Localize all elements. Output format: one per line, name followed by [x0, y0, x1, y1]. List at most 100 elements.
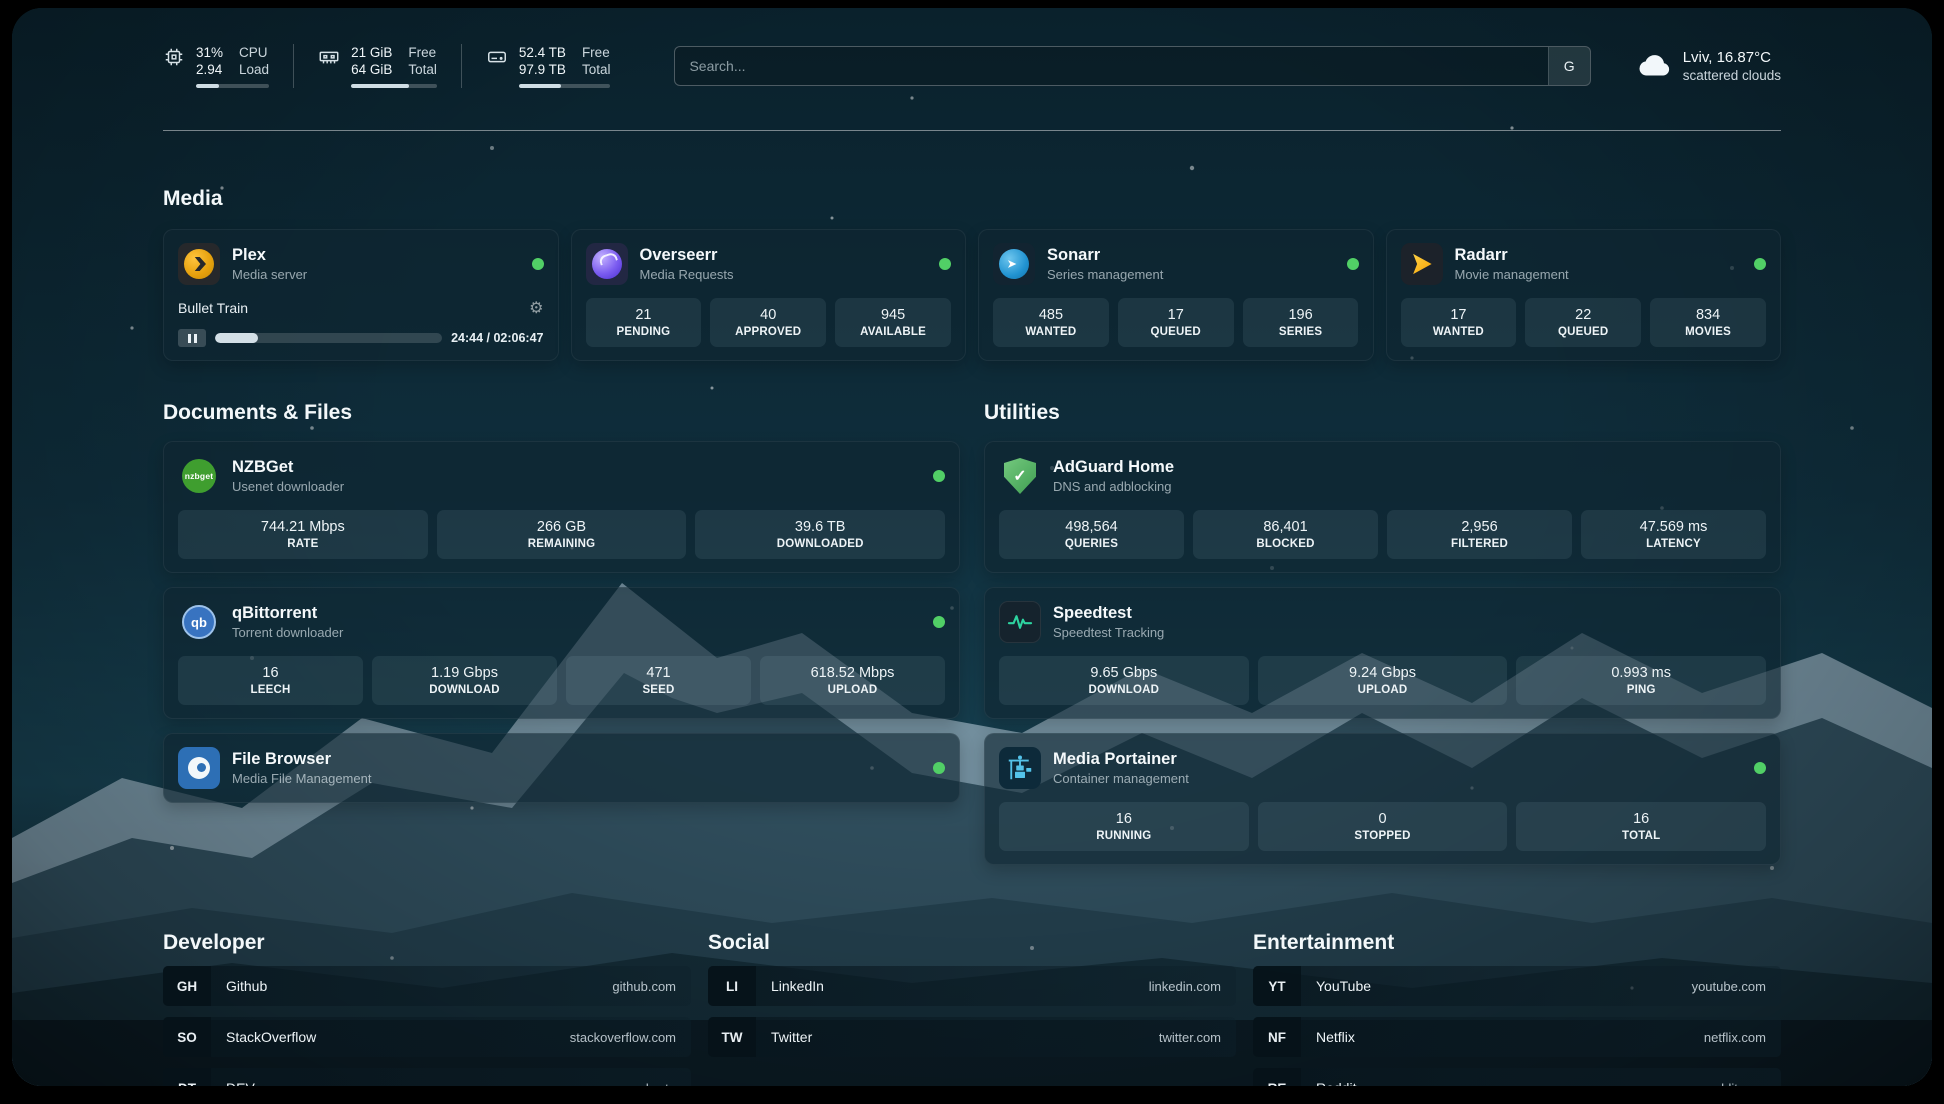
stat-box: 47.569 ms LATENCY — [1581, 510, 1766, 559]
app-desc: Media server — [232, 266, 307, 283]
bookmark-row-twitter[interactable]: TW Twitter twitter.com — [708, 1017, 1236, 1057]
bookmark-row-youtube[interactable]: YT YouTube youtube.com — [1253, 966, 1781, 1006]
bookmark-url: twitter.com — [1159, 1030, 1221, 1045]
bookmark-abbr: DT — [163, 1068, 211, 1086]
stat-box: 39.6 TB DOWNLOADED — [695, 510, 945, 559]
cpu-percent: 31% — [196, 44, 223, 61]
app-card-speedtest[interactable]: Speedtest Speedtest Tracking 9.65 Gbps D… — [984, 587, 1781, 719]
app-card-nzbget[interactable]: nzbget NZBGet Usenet downloader 744.21 M… — [163, 441, 960, 573]
app-card-adguard[interactable]: ✓ AdGuard Home DNS and adblocking 498,56… — [984, 441, 1781, 573]
app-name: qBittorrent — [232, 603, 343, 624]
bookmark-row-linkedin[interactable]: LI LinkedIn linkedin.com — [708, 966, 1236, 1006]
app-card-portainer[interactable]: Media Portainer Container management 16 … — [984, 733, 1781, 865]
stat-box: 0 STOPPED — [1258, 802, 1508, 851]
pause-button[interactable] — [178, 329, 206, 347]
nzbget-icon: nzbget — [178, 455, 220, 497]
settings-gear-icon[interactable]: ⚙ — [529, 298, 543, 318]
section-title-utilities: Utilities — [984, 401, 1781, 425]
status-dot — [933, 470, 945, 482]
bookmark-group-entertainment: Entertainment YT YouTube youtube.com NF … — [1253, 931, 1781, 1086]
bookmark-name: LinkedIn — [771, 978, 824, 994]
stat-box: 1.19 Gbps DOWNLOAD — [372, 656, 557, 705]
app-card-overseerr[interactable]: Overseerr Media Requests 21 PENDING 40 A… — [571, 229, 967, 361]
playback-progress-bar[interactable] — [215, 333, 442, 343]
app-desc: Torrent downloader — [232, 624, 343, 641]
qbittorrent-icon: qb — [178, 601, 220, 643]
stat-box: 485 WANTED — [993, 298, 1109, 347]
filebrowser-icon — [178, 747, 220, 789]
stat-box: 2,956 FILTERED — [1387, 510, 1572, 559]
bookmark-abbr: TW — [708, 1017, 756, 1057]
app-name: Sonarr — [1047, 245, 1163, 266]
disk-free: 52.4 TB — [519, 44, 566, 61]
status-dot — [1347, 258, 1359, 270]
bookmark-group-developer: Developer GH Github github.com SO StackO… — [163, 931, 691, 1086]
section-title-developer: Developer — [163, 931, 691, 955]
stat-box: 16 LEECH — [178, 656, 363, 705]
search-engine-button[interactable]: G — [1548, 47, 1590, 85]
bookmark-row-stackoverflow[interactable]: SO StackOverflow stackoverflow.com — [163, 1017, 691, 1057]
cpu-load: 2.94 — [196, 61, 223, 78]
stat-box: 834 MOVIES — [1650, 298, 1766, 347]
section-title-documents: Documents & Files — [163, 401, 960, 425]
radarr-icon — [1401, 243, 1443, 285]
stat-box: 16 RUNNING — [999, 802, 1249, 851]
app-desc: Container management — [1053, 770, 1189, 787]
cloud-icon — [1637, 51, 1671, 82]
section-utilities: Utilities ✓ AdGuard Home DNS and adblock… — [984, 401, 1781, 865]
bookmark-name: DEV — [226, 1080, 255, 1086]
section-title-social: Social — [708, 931, 1236, 955]
app-card-sonarr[interactable]: Sonarr Series management 485 WANTED 17 Q… — [978, 229, 1374, 361]
status-dot — [939, 258, 951, 270]
header-divider — [163, 130, 1781, 131]
ram-total: 64 GiB — [351, 61, 392, 78]
disk-free-label: Free — [582, 44, 611, 61]
bookmark-abbr: GH — [163, 966, 211, 1006]
bookmark-url: stackoverflow.com — [570, 1030, 676, 1045]
bookmark-row-netflix[interactable]: NF Netflix netflix.com — [1253, 1017, 1781, 1057]
app-name: NZBGet — [232, 457, 344, 478]
stat-box: 17 QUEUED — [1118, 298, 1234, 347]
bookmark-row-dev[interactable]: DT DEV dev.to — [163, 1068, 691, 1086]
app-name: Speedtest — [1053, 603, 1164, 624]
app-card-qbittorrent[interactable]: qb qBittorrent Torrent downloader 16 — [163, 587, 960, 719]
app-name: Overseerr — [640, 245, 734, 266]
status-dot — [933, 762, 945, 774]
stat-box: 498,564 QUERIES — [999, 510, 1184, 559]
app-name: Plex — [232, 245, 307, 266]
bookmark-group-social: Social LI LinkedIn linkedin.com TW Twitt… — [708, 931, 1236, 1086]
search-input[interactable] — [675, 47, 1547, 85]
stat-box: 9.24 Gbps UPLOAD — [1258, 656, 1508, 705]
bookmark-row-reddit[interactable]: RE Reddit reddit.com — [1253, 1068, 1781, 1086]
adguard-icon: ✓ — [999, 455, 1041, 497]
weather-location: Lviv, 16.87°C — [1683, 48, 1781, 67]
weather-widget: Lviv, 16.87°C scattered clouds — [1637, 48, 1781, 84]
bookmark-abbr: YT — [1253, 966, 1301, 1006]
ram-free-label: Free — [408, 44, 437, 61]
app-card-plex[interactable]: Plex Media server Bullet Train ⚙ — [163, 229, 559, 361]
bookmark-name: YouTube — [1316, 978, 1371, 994]
bookmark-url: youtube.com — [1692, 979, 1766, 994]
disk-usage-bar — [519, 84, 611, 88]
bookmark-url: github.com — [612, 979, 676, 994]
bookmark-url: dev.to — [642, 1081, 676, 1087]
disk-total-label: Total — [582, 61, 611, 78]
bookmark-url: reddit.com — [1705, 1081, 1766, 1087]
bookmark-abbr: SO — [163, 1017, 211, 1057]
app-card-filebrowser[interactable]: File Browser Media File Management — [163, 733, 960, 803]
ram-stat: 21 GiB 64 GiB Free Total — [293, 44, 461, 88]
ram-usage-bar — [351, 84, 437, 88]
status-dot — [532, 258, 544, 270]
cpu-load-label: Load — [239, 61, 269, 78]
bookmark-name: Netflix — [1316, 1029, 1355, 1045]
bookmark-abbr: RE — [1253, 1068, 1301, 1086]
stat-box: 0.993 ms PING — [1516, 656, 1766, 705]
bookmark-row-github[interactable]: GH Github github.com — [163, 966, 691, 1006]
app-card-radarr[interactable]: Radarr Movie management 17 WANTED 22 QUE… — [1386, 229, 1782, 361]
bookmark-name: Reddit — [1316, 1080, 1356, 1086]
disk-icon — [486, 46, 508, 88]
app-name: Media Portainer — [1053, 749, 1189, 770]
cpu-label: CPU — [239, 44, 269, 61]
section-media: Media Plex Media server — [163, 187, 1781, 361]
bookmark-name: Twitter — [771, 1029, 812, 1045]
